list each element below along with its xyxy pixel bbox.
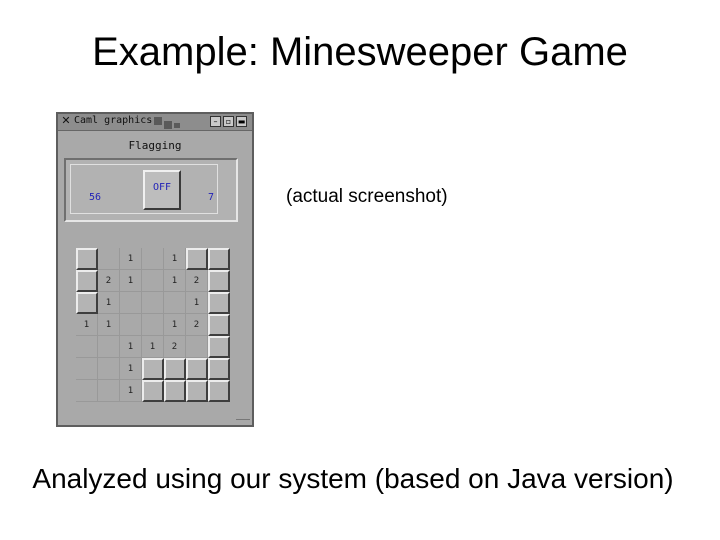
revealed-cell: 1 xyxy=(164,270,186,292)
revealed-cell xyxy=(98,358,120,380)
covered-cell[interactable] xyxy=(208,314,230,336)
revealed-cell xyxy=(142,270,164,292)
revealed-cell xyxy=(120,292,142,314)
control-panel-inner: 56 OFF 7 xyxy=(70,164,218,214)
covered-cell[interactable] xyxy=(208,358,230,380)
control-panel: 56 OFF 7 xyxy=(64,158,238,222)
decoration-icon xyxy=(164,121,172,129)
flag-toggle-button[interactable]: OFF xyxy=(143,170,181,210)
revealed-cell xyxy=(98,380,120,402)
revealed-cell: 2 xyxy=(186,270,208,292)
window-titlebar[interactable]: ✕ Caml graphics – ▫ ▬ xyxy=(58,114,252,131)
revealed-cell: 1 xyxy=(120,380,142,402)
covered-cell[interactable] xyxy=(208,380,230,402)
revealed-cell xyxy=(120,314,142,336)
revealed-cell: 1 xyxy=(142,336,164,358)
minimize-button[interactable]: – xyxy=(210,116,221,127)
revealed-cell xyxy=(76,380,98,402)
revealed-cell: 1 xyxy=(98,292,120,314)
decoration-icon xyxy=(174,123,180,128)
mode-label: Flagging xyxy=(128,139,182,152)
close-icon[interactable]: ✕ xyxy=(61,115,71,126)
revealed-cell: 2 xyxy=(164,336,186,358)
covered-cell[interactable] xyxy=(142,358,164,380)
covered-cell[interactable] xyxy=(142,380,164,402)
covered-cell[interactable] xyxy=(208,292,230,314)
revealed-cell xyxy=(98,336,120,358)
screenshot-caption: (actual screenshot) xyxy=(286,186,448,207)
minesweeper-window: ✕ Caml graphics – ▫ ▬ Flagging 56 OFF 7 … xyxy=(56,112,254,427)
revealed-cell xyxy=(186,336,208,358)
revealed-cell: 1 xyxy=(120,358,142,380)
revealed-cell: 1 xyxy=(120,336,142,358)
covered-cell[interactable] xyxy=(164,358,186,380)
menu-button[interactable]: ▬ xyxy=(236,116,247,127)
revealed-cell xyxy=(76,358,98,380)
revealed-cell xyxy=(164,292,186,314)
revealed-cell xyxy=(142,314,164,336)
covered-cell[interactable] xyxy=(164,380,186,402)
revealed-cell: 1 xyxy=(164,314,186,336)
covered-cell[interactable] xyxy=(208,248,230,270)
timer-display: 7 xyxy=(208,192,215,203)
minefield-grid: 11211211111211211 xyxy=(76,248,230,408)
revealed-cell: 1 xyxy=(164,248,186,270)
revealed-cell: 2 xyxy=(98,270,120,292)
covered-cell[interactable] xyxy=(186,358,208,380)
resize-grip[interactable] xyxy=(236,419,250,424)
analysis-caption: Analyzed using our system (based on Java… xyxy=(32,463,674,494)
revealed-cell: 1 xyxy=(98,314,120,336)
revealed-cell xyxy=(76,336,98,358)
window-title: Caml graphics xyxy=(74,115,153,126)
covered-cell[interactable] xyxy=(186,380,208,402)
decoration-icon xyxy=(154,117,162,125)
revealed-cell: 1 xyxy=(120,270,142,292)
covered-cell[interactable] xyxy=(208,336,230,358)
covered-cell[interactable] xyxy=(186,248,208,270)
covered-cell[interactable] xyxy=(76,292,98,314)
covered-cell[interactable] xyxy=(76,270,98,292)
revealed-cell: 2 xyxy=(186,314,208,336)
covered-cell[interactable] xyxy=(208,270,230,292)
mine-counter: 56 xyxy=(89,192,102,203)
revealed-cell: 1 xyxy=(186,292,208,314)
revealed-cell xyxy=(142,292,164,314)
revealed-cell xyxy=(142,248,164,270)
revealed-cell xyxy=(98,248,120,270)
covered-cell[interactable] xyxy=(76,248,98,270)
slide-title: Example: Minesweeper Game xyxy=(92,30,628,74)
maximize-button[interactable]: ▫ xyxy=(223,116,234,127)
revealed-cell: 1 xyxy=(120,248,142,270)
revealed-cell: 1 xyxy=(76,314,98,336)
